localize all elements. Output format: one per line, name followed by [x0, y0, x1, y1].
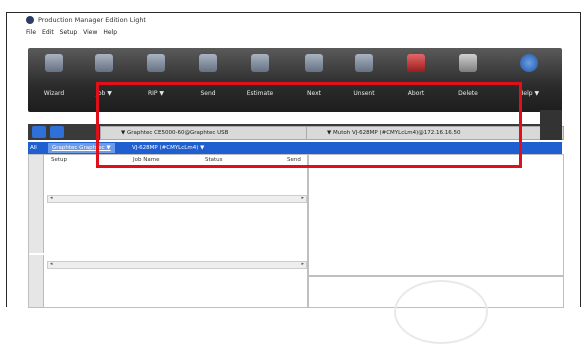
folder-icon [95, 54, 113, 72]
refresh-device-button[interactable] [50, 126, 64, 138]
horizontal-scrollbar-bottom[interactable]: ◂ ▸ [47, 261, 307, 269]
rip-icon [147, 54, 165, 72]
sidebar-panel-top[interactable] [29, 155, 44, 253]
add-device-button[interactable] [32, 126, 46, 138]
menu-view[interactable]: View [83, 29, 97, 36]
abort-icon [407, 54, 425, 72]
col-setup[interactable]: Setup [51, 157, 67, 163]
title-bar: Production Manager Edition Light [24, 14, 562, 26]
preview-pane [308, 154, 564, 276]
job-list-pane: Setup Job Name Status Send ◂ ▸ ◂ ▸ [28, 154, 308, 308]
trash-icon [459, 54, 477, 72]
app-logo-icon [26, 16, 34, 24]
menu-edit[interactable]: Edit [42, 29, 54, 36]
estimate-icon [251, 54, 269, 72]
menu-bar: File Edit Setup View Help [24, 26, 564, 38]
tab-scroll-right-button[interactable] [540, 110, 562, 140]
sidebar-panel-bottom[interactable] [29, 255, 44, 307]
wizard-button[interactable]: Wizard [34, 48, 74, 112]
menu-setup[interactable]: Setup [60, 29, 77, 36]
next-icon [305, 54, 323, 72]
unsent-icon [355, 54, 373, 72]
send-icon [199, 54, 217, 72]
window-title: Production Manager Edition Light [38, 16, 146, 24]
wizard-icon [45, 54, 63, 72]
tab-all[interactable]: All [30, 143, 37, 153]
highlight-annotation-box [96, 82, 522, 168]
horizontal-scrollbar-top[interactable]: ◂ ▸ [47, 195, 307, 203]
menu-help[interactable]: Help [103, 29, 117, 36]
watermark-logo [394, 280, 488, 344]
menu-file[interactable]: File [26, 29, 36, 36]
help-icon [520, 54, 538, 72]
